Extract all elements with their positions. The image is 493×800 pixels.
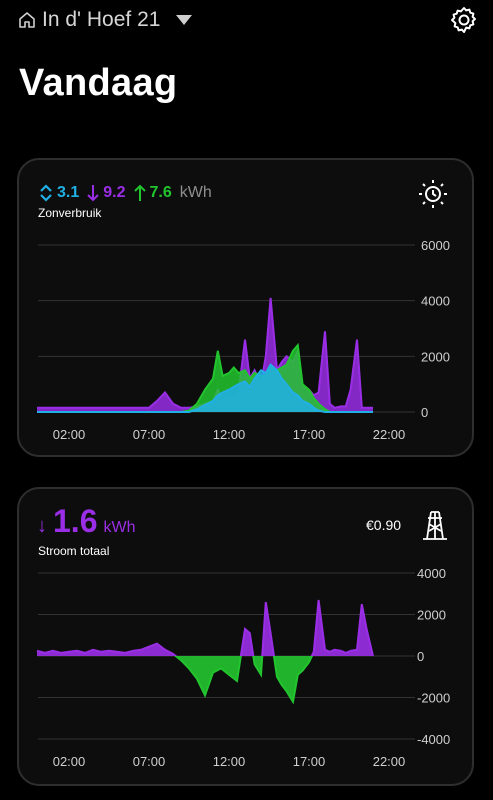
home-icon[interactable] [18, 11, 36, 29]
solar-card[interactable]: 3.1 9.2 7.6 kWh Zonverbruik 6000 4000 2000… [17, 158, 474, 457]
power-card[interactable]: ↓ 1.6 kWh Stroom totaal €0.90 4000 2000 0-… [17, 487, 474, 786]
y-tick-label: 4000 [421, 294, 450, 309]
x-tick-label: 02:00 [53, 427, 86, 442]
x-tick-label: 12:00 [213, 754, 246, 769]
page-title: Vandaag [19, 62, 178, 104]
top-bar: In d' Hoef 21 [0, 0, 493, 44]
y-tick-label: 4000 [417, 566, 446, 581]
x-tick-label: 22:00 [373, 754, 406, 769]
y-tick-label: 6000 [421, 238, 450, 253]
location-selector[interactable]: In d' Hoef 21 [42, 8, 160, 32]
gear-icon[interactable] [449, 5, 479, 35]
y-tick-label: 0 [417, 649, 424, 664]
x-tick-label: 02:00 [53, 754, 86, 769]
power-chart[interactable]: 4000 2000 0 -2000 -4000 02:00 07:00 12:00 17:00 2… [19, 489, 472, 784]
y-tick-label: -4000 [417, 732, 450, 747]
y-tick-label: 2000 [417, 608, 446, 623]
x-tick-label: 07:00 [133, 427, 166, 442]
y-tick-label: 2000 [421, 349, 450, 364]
series-area-0 [37, 600, 373, 702]
solar-chart[interactable]: 6000 4000 2000 0 02:00 07:00 12:00 17:00 22:00 [19, 160, 472, 455]
x-tick-label: 17:00 [293, 427, 326, 442]
y-tick-label: 0 [421, 405, 428, 420]
x-tick-label: 22:00 [373, 427, 406, 442]
chevron-down-icon[interactable] [175, 14, 193, 26]
x-tick-label: 17:00 [293, 754, 326, 769]
x-tick-label: 07:00 [133, 754, 166, 769]
x-tick-label: 12:00 [213, 427, 246, 442]
y-tick-label: -2000 [417, 691, 450, 706]
